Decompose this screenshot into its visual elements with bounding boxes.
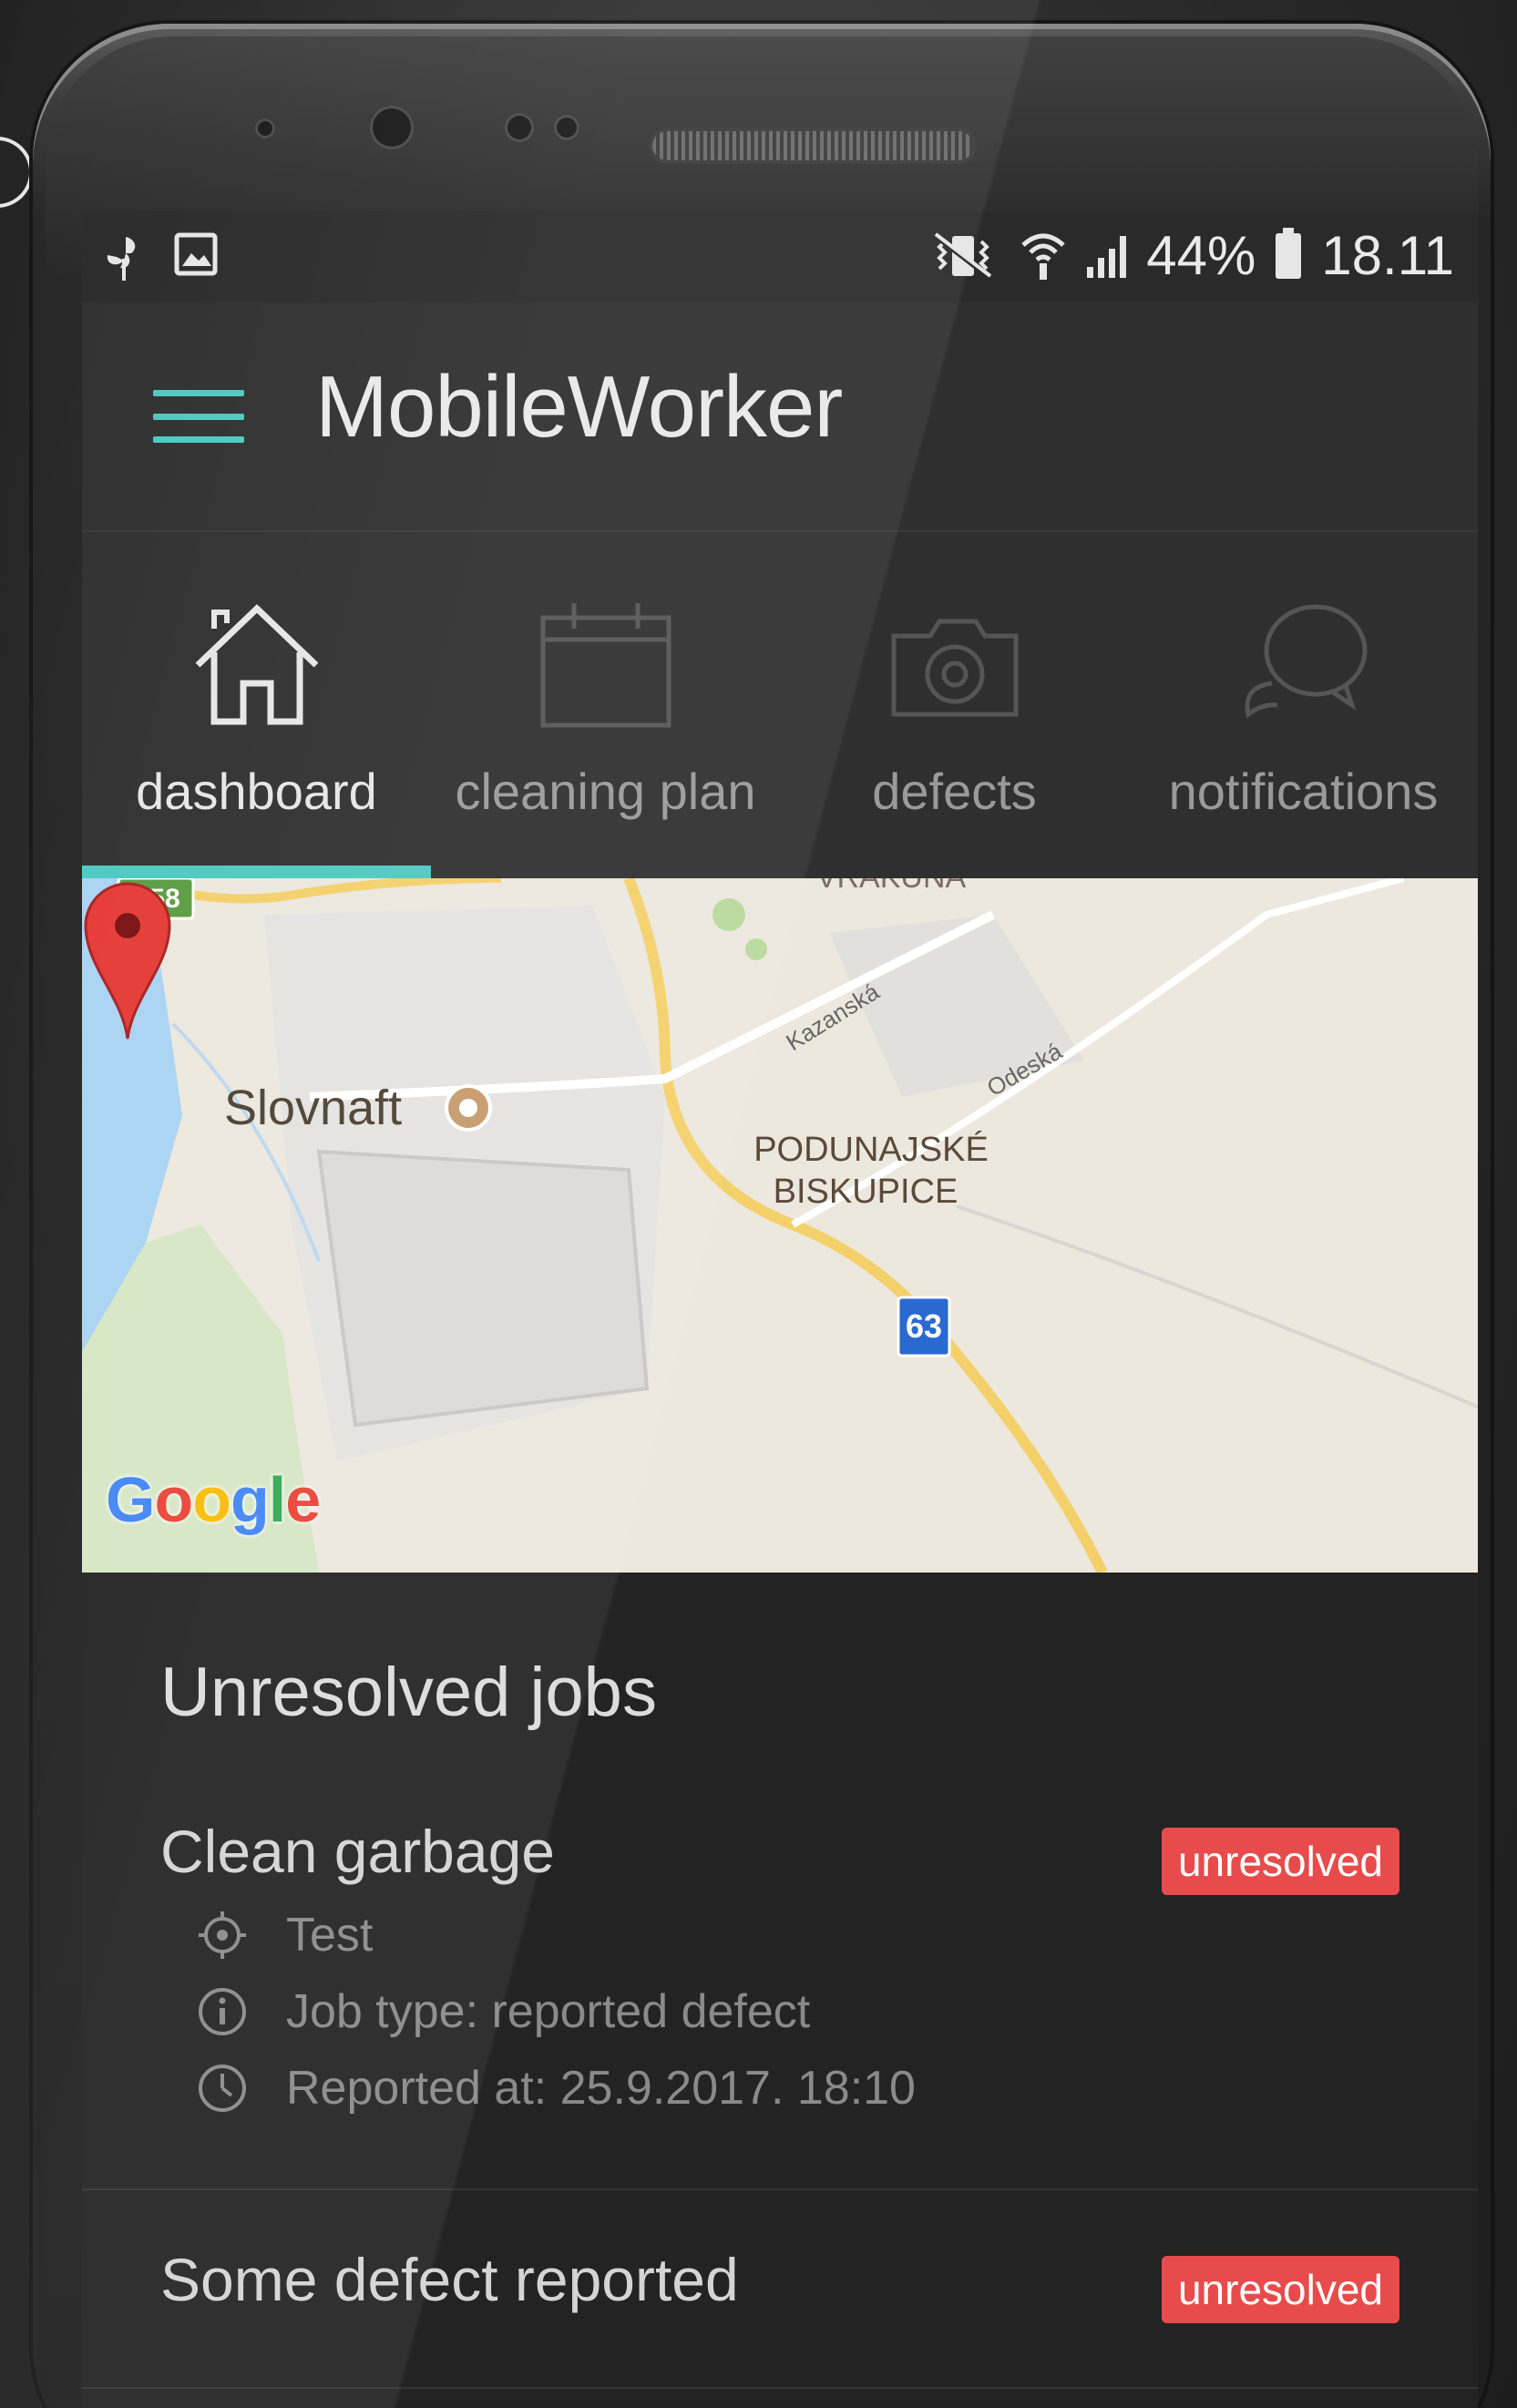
tab-label: dashboard <box>136 763 377 820</box>
district-label-line1: PODUNAJSKÉ <box>753 1130 989 1169</box>
tab-label: cleaning plan <box>455 763 756 820</box>
info-icon <box>199 1988 246 2035</box>
status-right-icons: 44% 18.11 <box>927 224 1454 287</box>
app-bar: MobileWorker <box>82 302 1478 532</box>
job-reported-row: Reported at: 25.9.2017. 18:10 <box>197 2061 1399 2116</box>
tab-label: notifications <box>1168 763 1439 820</box>
home-icon <box>195 604 318 725</box>
google-logo: Google <box>106 1464 321 1535</box>
light-sensor <box>505 113 534 142</box>
front-camera <box>370 106 414 149</box>
status-time: 18.11 <box>1321 225 1454 286</box>
job-type-row: Job type: reported defect <box>197 1984 1399 2039</box>
google-logo-g: G <box>106 1464 155 1535</box>
job-reported-at: Reported at: 25.9.2017. 18:10 <box>286 2062 916 2115</box>
park-dot <box>745 938 767 960</box>
job-location: Test <box>286 1909 374 1962</box>
crosshair-icon <box>199 1911 246 1959</box>
tab-dashboard[interactable]: dashboard <box>82 532 431 878</box>
menu-icon[interactable] <box>153 390 244 443</box>
app-title: MobileWorker <box>315 358 843 456</box>
vrakuna-label: VRAKUŇA <box>816 878 967 895</box>
section-title: Unresolved jobs <box>160 1654 657 1731</box>
location-pin-icon[interactable] <box>82 878 173 1042</box>
status-left-icons <box>98 231 219 282</box>
status-bar: 44% 18.11 <box>82 211 1478 302</box>
status-badge: unresolved <box>1161 2256 1399 2323</box>
tab-label: defects <box>872 763 1037 820</box>
tab-cleaning-plan[interactable]: cleaning plan <box>431 532 780 878</box>
tab-notifications[interactable]: notifications <box>1129 532 1478 878</box>
edge-decoration <box>0 137 33 208</box>
battery-icon <box>1276 227 1302 279</box>
clock-icon <box>199 2065 246 2112</box>
calendar-icon <box>540 603 671 728</box>
pinwheel-icon <box>107 237 136 281</box>
district-label-line2: BISKUPICE <box>774 1173 958 1211</box>
chat-bubbles-icon <box>1245 604 1367 719</box>
map-view[interactable]: E58 VRAKUŇA Kazanská Odeská Slovnaft POD… <box>82 878 1478 1573</box>
earpiece-speaker <box>652 131 973 160</box>
battery-percent: 44% <box>1146 225 1256 286</box>
slovnaft-label: Slovnaft <box>224 1081 402 1135</box>
device-stage: 44% 18.11 MobileWorker dashboard cleanin… <box>0 0 1517 2408</box>
signal-icon <box>1087 234 1127 278</box>
phone-screen: 44% 18.11 MobileWorker dashboard cleanin… <box>82 211 1478 2408</box>
tab-defects[interactable]: defects <box>780 532 1129 878</box>
camera-icon <box>891 619 1018 717</box>
light-sensor-2 <box>554 115 579 140</box>
image-icon <box>174 232 218 276</box>
wifi-icon <box>1021 233 1065 280</box>
vibrate-icon <box>934 231 993 280</box>
job-location-row: Test <box>197 1908 1399 1962</box>
job-card[interactable]: Clean garbage unresolved Test Job type: … <box>82 1762 1478 2190</box>
proximity-sensor <box>255 118 275 138</box>
tab-bar: dashboard cleaning plan defects notifica… <box>82 532 1478 878</box>
status-badge: unresolved <box>1161 1828 1399 1895</box>
place-marker-center <box>459 1099 477 1117</box>
route-63-label: 63 <box>906 1307 942 1345</box>
park-dot <box>712 898 745 931</box>
refinery-area <box>316 1149 650 1428</box>
active-tab-indicator <box>82 866 431 878</box>
job-type: Job type: reported defect <box>286 1985 811 2038</box>
job-card[interactable]: Some defect reported unresolved <box>82 2190 1478 2389</box>
jobs-section: Unresolved jobs Clean garbage unresolved… <box>82 1573 1478 2389</box>
